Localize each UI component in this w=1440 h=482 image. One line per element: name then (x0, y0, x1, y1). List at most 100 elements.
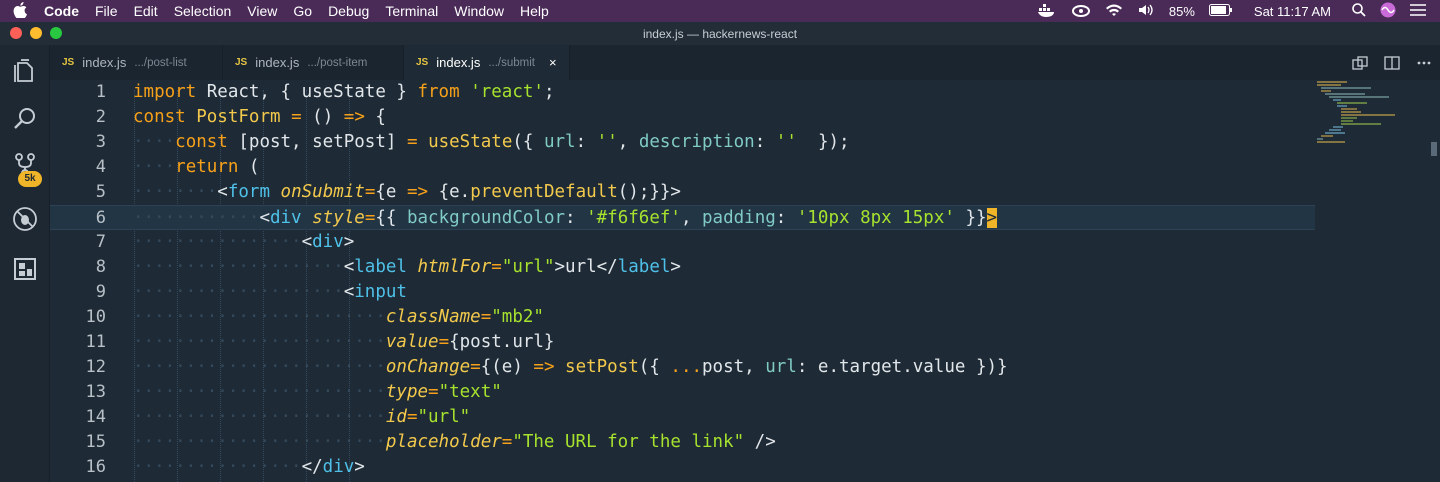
code-token: {(e) (480, 357, 534, 377)
apple-icon[interactable] (0, 1, 40, 21)
menu-terminal[interactable]: Terminal (377, 3, 446, 19)
code-token: label (617, 257, 671, 277)
menu-window[interactable]: Window (446, 3, 512, 19)
menu-go[interactable]: Go (285, 3, 320, 19)
battery-icon[interactable] (1202, 3, 1240, 19)
wifi-icon[interactable] (1098, 3, 1130, 20)
menu-file[interactable]: File (87, 3, 126, 19)
line-number: 5 (95, 182, 106, 202)
line-code: ················<div> (133, 230, 354, 255)
code-token: = (428, 382, 439, 402)
code-token: > (354, 457, 365, 477)
code-line[interactable]: 1 import React, { useState } from 'react'… (50, 80, 1315, 105)
split-editor-icon[interactable] (1376, 55, 1408, 71)
code-line[interactable]: 14 ························id="url" (50, 405, 1315, 430)
line-code: ····················<label htmlFor="url"… (133, 255, 681, 280)
code-token: const (133, 107, 186, 127)
code-token: div (269, 208, 302, 228)
line-code: ····const [post, setPost] = useState({ u… (133, 130, 850, 155)
code-token: : e.target.value })} (796, 357, 1008, 377)
code-token: ························ (133, 357, 386, 377)
tab-submit[interactable]: JS index.js .../submit × (404, 45, 570, 80)
explorer-icon[interactable] (9, 55, 41, 87)
code-token: }} (954, 208, 987, 228)
code-token: 'react' (470, 82, 544, 102)
code-token: ························ (133, 407, 386, 427)
line-number: 14 (85, 407, 106, 427)
menu-view[interactable]: View (239, 3, 285, 19)
code-line[interactable]: 11 ························value={post.ur… (50, 330, 1315, 355)
menu-app-name[interactable]: Code (40, 3, 87, 19)
code-line[interactable]: 9 ····················<input (50, 280, 1315, 305)
line-number: 2 (95, 107, 106, 127)
code-token: "url" (417, 407, 471, 427)
code-token: }); (796, 132, 850, 152)
docker-icon[interactable] (1030, 3, 1064, 20)
code-token: {e (375, 182, 407, 202)
line-number: 11 (85, 332, 106, 352)
line-number: 10 (85, 307, 106, 327)
tab-post-item[interactable]: JS index.js .../post-item (223, 45, 404, 80)
search-icon[interactable] (9, 103, 41, 135)
code-token: : (565, 208, 587, 228)
code-token: placeholder (385, 432, 502, 452)
code-token: => (533, 357, 555, 377)
minimize-window-button[interactable] (30, 27, 42, 39)
line-code: ····return ( (133, 155, 259, 180)
menu-debug[interactable]: Debug (320, 3, 377, 19)
scroll-thumb[interactable] (1431, 142, 1437, 156)
open-changes-icon[interactable] (1344, 55, 1376, 71)
menu-help[interactable]: Help (512, 3, 557, 19)
volume-icon[interactable] (1130, 3, 1162, 20)
javascript-file-icon: JS (62, 57, 75, 68)
menu-edit[interactable]: Edit (126, 3, 166, 19)
line-code: import React, { useState } from 'react'; (133, 80, 555, 105)
line-code: ············<div style={{ backgroundColo… (133, 206, 998, 231)
code-token: /> (744, 432, 776, 452)
code-token: React, { useState } (196, 82, 418, 102)
menu-list-icon[interactable] (1403, 3, 1440, 19)
code-line[interactable]: 15 ························placeholder="T… (50, 430, 1315, 455)
code-line[interactable]: 5 ········<form onSubmit={e => {e.prevent… (50, 180, 1315, 205)
close-tab-icon[interactable]: × (549, 55, 557, 70)
code-token: => (343, 107, 365, 127)
debug-icon[interactable] (9, 203, 41, 235)
clock[interactable]: Sat 11:17 AM (1240, 4, 1345, 19)
tab-post-list[interactable]: JS index.js .../post-list (50, 45, 223, 80)
code-line[interactable]: 4 ····return ( (50, 155, 1315, 180)
code-line[interactable]: 13 ························type="text" (50, 380, 1315, 405)
more-actions-icon[interactable] (1408, 55, 1440, 71)
code-token: [post, setPost] (227, 132, 407, 152)
code-token: : (775, 208, 797, 228)
siri-icon[interactable] (1373, 2, 1403, 21)
line-number: 3 (95, 132, 106, 152)
close-window-button[interactable] (10, 27, 22, 39)
creative-cloud-icon[interactable] (1064, 3, 1098, 20)
code-token: onChange (385, 357, 471, 377)
search-icon[interactable] (1345, 2, 1373, 20)
code-token: < (343, 257, 355, 277)
code-line[interactable]: 10 ························className="mb2… (50, 305, 1315, 330)
minimap[interactable] (1315, 80, 1415, 150)
menu-selection[interactable]: Selection (166, 3, 240, 19)
code-line[interactable]: 16 ················</div> (50, 455, 1315, 480)
code-line[interactable]: 8 ····················<label htmlFor="url… (50, 255, 1315, 280)
code-line[interactable]: 12 ························onChange={(e) … (50, 355, 1315, 380)
vertical-scrollbar[interactable] (1428, 80, 1440, 482)
zoom-window-button[interactable] (50, 27, 62, 39)
code-line[interactable]: 2 const PostForm = () => { (50, 105, 1315, 130)
code-line[interactable]: 6 ············<div style={{ backgroundCol… (50, 205, 1315, 230)
code-token: ················ (133, 232, 302, 252)
code-line[interactable]: 3 ····const [post, setPost] = useState({ … (50, 130, 1315, 155)
code-editor[interactable]: 1 import React, { useState } from 'react'… (50, 80, 1440, 482)
line-code: ························id="url" (133, 405, 470, 430)
code-token: ············ (133, 208, 260, 228)
code-token: , (617, 132, 639, 152)
extensions-icon[interactable] (9, 253, 41, 285)
line-number: 13 (85, 382, 106, 402)
code-token: = (480, 307, 492, 327)
code-line[interactable]: 7 ················<div> (50, 230, 1315, 255)
code-token: ···················· (133, 282, 344, 302)
